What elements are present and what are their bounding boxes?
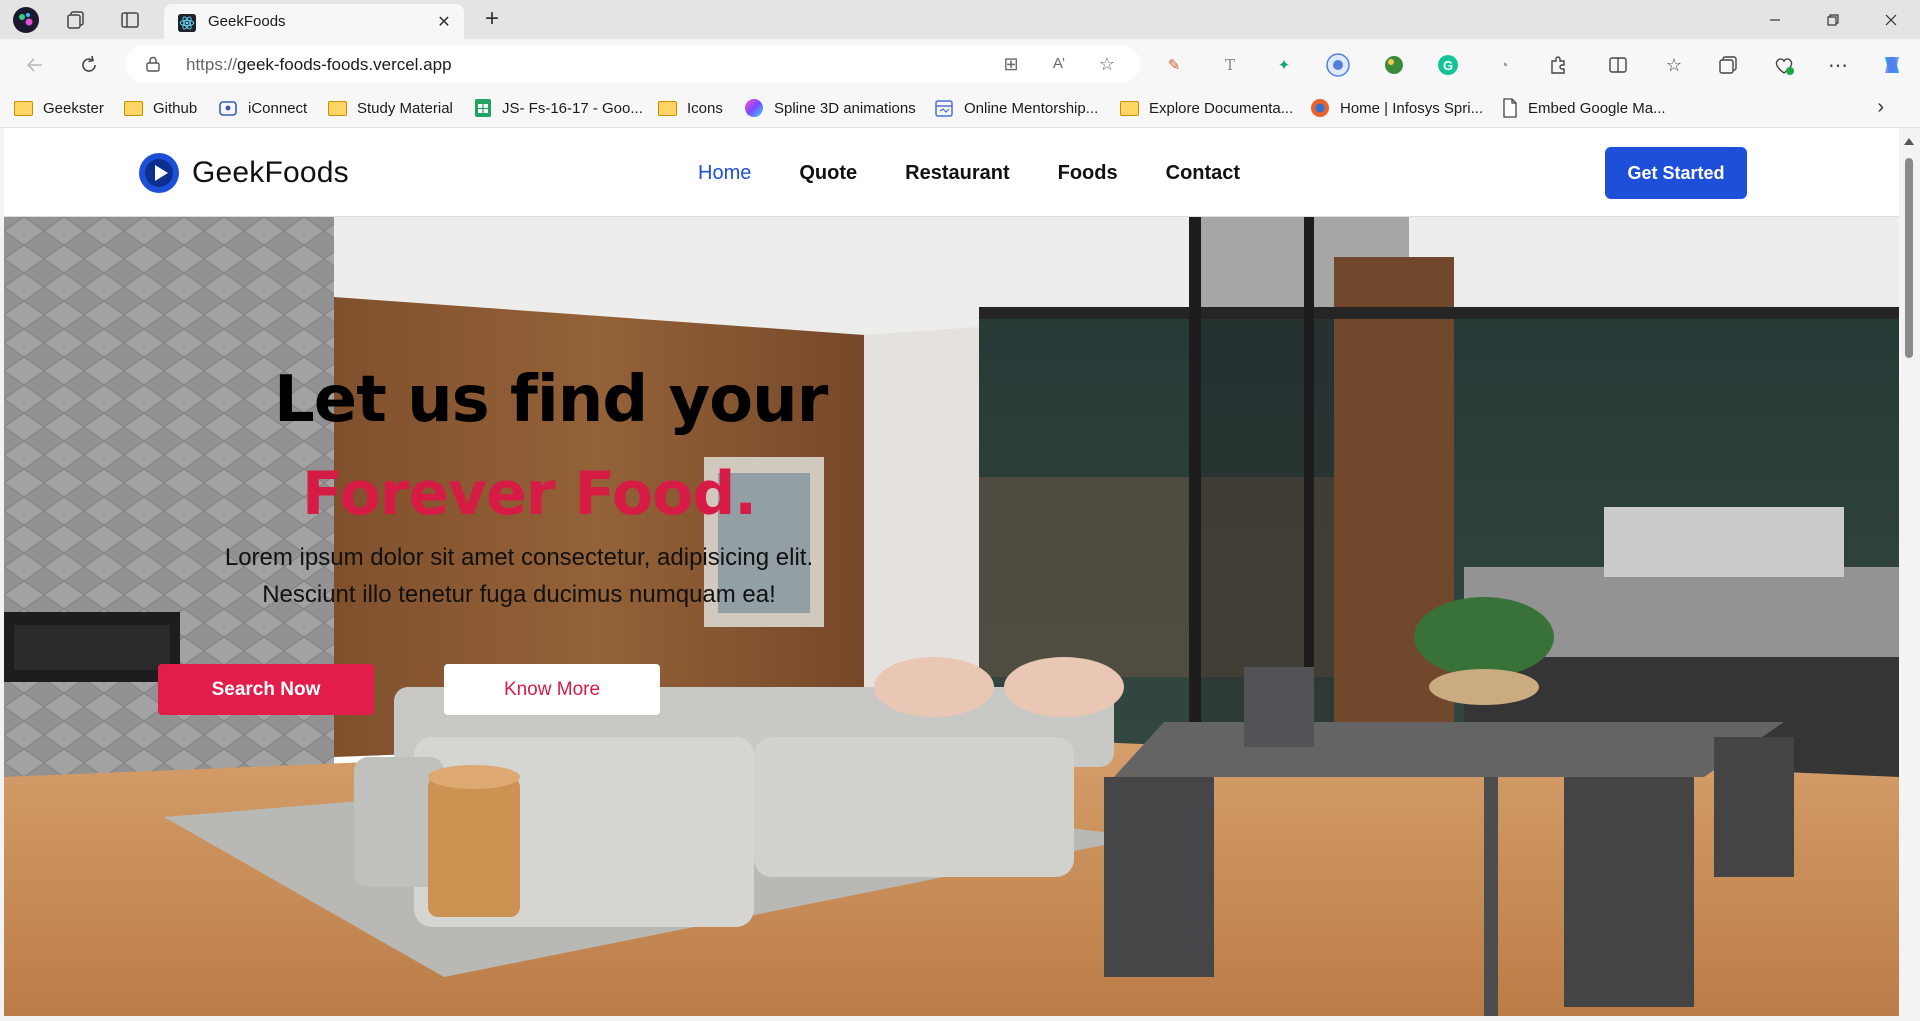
split-screen-icon[interactable]: [1606, 53, 1630, 77]
folder-icon: [328, 100, 347, 116]
bookmark-label: Explore Documenta...: [1149, 99, 1294, 117]
read-aloud-icon[interactable]: A’: [1048, 53, 1070, 75]
bookmark-spline[interactable]: Spline 3D animations: [744, 96, 916, 120]
play-logo-icon: [139, 153, 179, 193]
lock-icon[interactable]: [146, 56, 160, 72]
svg-text:G: G: [1443, 58, 1453, 73]
spline-icon: [745, 99, 763, 117]
hero-background-image: [4, 217, 1899, 1016]
workspaces-icon[interactable]: [62, 6, 90, 34]
chevron-right-icon[interactable]: ›: [1877, 96, 1884, 119]
address-bar-row: https://geek-foods-foods.vercel.app ⊞ A’…: [0, 40, 1920, 88]
bookmark-iconnect[interactable]: iConnect: [218, 96, 307, 120]
color-picker-extension-icon[interactable]: ✎: [1162, 53, 1186, 77]
site-logo[interactable]: GeekFoods: [138, 152, 349, 194]
extensions-puzzle-icon[interactable]: [1546, 53, 1570, 77]
folder-icon: [124, 100, 143, 116]
tab-bar: GeekFoods ✕ +: [0, 0, 1920, 40]
bookmark-label: Icons: [687, 99, 723, 117]
compass-extension-icon[interactable]: [1326, 53, 1350, 77]
refresh-icon[interactable]: [74, 50, 104, 80]
bookmark-label: Geekster: [43, 99, 104, 117]
nav-quote[interactable]: Quote: [799, 162, 857, 185]
text-extension-icon[interactable]: T: [1218, 53, 1242, 77]
nav-restaurant[interactable]: Restaurant: [905, 162, 1009, 185]
nav-home[interactable]: Home: [698, 162, 751, 185]
tab-geekfoods[interactable]: GeekFoods ✕: [164, 4, 464, 40]
calendar-icon: [935, 100, 953, 117]
bookmark-label: iConnect: [248, 99, 308, 117]
nav-foods[interactable]: Foods: [1058, 162, 1118, 185]
main-menu: Home Quote Restaurant Foods Contact: [698, 162, 1240, 185]
folder-icon: [1120, 100, 1139, 116]
restore-icon[interactable]: [1810, 6, 1856, 34]
bookmark-geekster[interactable]: Geekster: [14, 96, 104, 120]
bookmarks-bar: Geekster Github iConnect Study Material …: [0, 88, 1920, 128]
close-tab-icon[interactable]: ✕: [434, 12, 454, 32]
url-input[interactable]: https://geek-foods-foods.vercel.app ⊞ A’…: [126, 45, 1140, 83]
browser-essentials-icon[interactable]: [1772, 53, 1796, 77]
collections-icon[interactable]: [1716, 53, 1740, 77]
get-started-button[interactable]: Get Started: [1605, 147, 1747, 199]
timer-extension-icon[interactable]: ◔: [1492, 53, 1516, 77]
page-icon: [1503, 98, 1517, 118]
bookmark-github[interactable]: Github: [124, 96, 197, 120]
hero-section: Let us find your Forever Food. Lorem ips…: [4, 217, 1899, 1016]
scrollbar-thumb[interactable]: [1905, 158, 1913, 358]
nav-contact[interactable]: Contact: [1166, 162, 1240, 185]
bookmark-label: Spline 3D animations: [774, 99, 916, 117]
minimize-icon[interactable]: [1752, 6, 1798, 34]
react-favicon-icon: [178, 14, 196, 32]
site-navbar: GeekFoods Home Quote Restaurant Foods Co…: [4, 128, 1899, 217]
bookmark-label: JS- Fs-16-17 - Goo...: [502, 99, 643, 117]
hero-description: Lorem ipsum dolor sit amet consectetur, …: [174, 539, 864, 613]
feather-extension-icon[interactable]: ✦: [1272, 53, 1296, 77]
hero-description-line: Lorem ipsum dolor sit amet consectetur, …: [224, 544, 814, 571]
iconnect-icon: [219, 101, 237, 116]
scroll-up-arrow-icon[interactable]: [1904, 138, 1914, 145]
more-menu-icon[interactable]: ⋯: [1826, 53, 1850, 77]
new-tab-icon[interactable]: +: [478, 6, 506, 34]
search-now-button[interactable]: Search Now: [158, 664, 374, 715]
back-icon[interactable]: [20, 50, 50, 80]
grammarly-icon[interactable]: G: [1436, 53, 1460, 77]
globe-extension-icon[interactable]: [1382, 53, 1406, 77]
bookmark-label: Embed Google Ma...: [1528, 99, 1666, 117]
tab-actions-icon[interactable]: [116, 6, 144, 34]
favorite-star-icon[interactable]: ☆: [1096, 53, 1118, 75]
bookmark-infosys-springboard[interactable]: Home | Infosys Spri...: [1310, 96, 1483, 120]
close-window-icon[interactable]: [1868, 6, 1914, 34]
favorites-icon[interactable]: ☆: [1662, 53, 1686, 77]
infosys-icon: [1311, 99, 1329, 117]
bookmark-js-sheet[interactable]: JS- Fs-16-17 - Goo...: [474, 96, 643, 120]
bookmark-embed-google-maps[interactable]: Embed Google Ma...: [1502, 96, 1666, 120]
folder-icon: [14, 100, 33, 116]
sheets-icon: [475, 99, 491, 117]
bookmark-label: Home | Infosys Spri...: [1340, 99, 1484, 117]
bookmark-explore-documentation[interactable]: Explore Documenta...: [1120, 96, 1293, 120]
profile-avatar-icon[interactable]: [12, 6, 40, 34]
app-available-icon[interactable]: ⊞: [1000, 53, 1022, 75]
bookmark-label: Github: [153, 99, 198, 117]
hero-description-line: Nesciunt illo tenetur fuga ducimus numqu…: [262, 581, 776, 608]
page-scrollbar[interactable]: [1899, 128, 1920, 1016]
hero-headline: Let us find your: [274, 363, 828, 437]
copilot-icon[interactable]: [1880, 53, 1904, 77]
folder-icon: [658, 100, 677, 116]
bookmark-study-material[interactable]: Study Material: [328, 96, 453, 120]
bookmark-label: Study Material: [357, 99, 453, 117]
page-viewport: GeekFoods Home Quote Restaurant Foods Co…: [4, 128, 1899, 1016]
know-more-button[interactable]: Know More: [444, 664, 660, 715]
brand-name: GeekFoods: [192, 156, 349, 189]
hero-subheadline: Forever Food.: [302, 459, 757, 529]
bookmark-icons[interactable]: Icons: [658, 96, 723, 120]
bookmark-online-mentorship[interactable]: Online Mentorship...: [934, 96, 1098, 120]
bookmark-label: Online Mentorship...: [964, 99, 1099, 117]
tab-title: GeekFoods: [208, 13, 286, 30]
url-text: https://geek-foods-foods.vercel.app: [186, 55, 452, 74]
